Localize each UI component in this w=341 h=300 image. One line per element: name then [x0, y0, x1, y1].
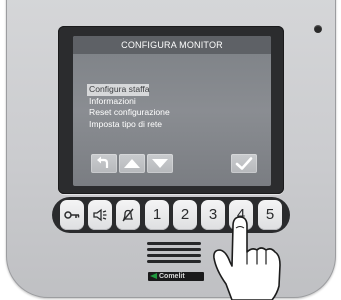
mute-bell-icon: [122, 208, 134, 222]
brand-mark-icon: [150, 273, 157, 279]
back-arrow-icon: [97, 156, 109, 168]
brand-name: Comelit: [159, 273, 185, 280]
settings-menu: Configura staffa Informazioni Reset conf…: [87, 84, 211, 130]
softkey-bar: [73, 154, 271, 182]
down-softkey[interactable]: [147, 154, 173, 173]
back-softkey[interactable]: [91, 154, 117, 173]
key-4[interactable]: 4: [229, 200, 253, 230]
speaker-slot: [147, 254, 201, 257]
key-3[interactable]: 3: [201, 200, 225, 230]
down-arrow-icon: [152, 159, 168, 168]
key-volume[interactable]: [88, 200, 112, 230]
speaker-slot: [147, 260, 201, 263]
confirm-softkey[interactable]: [231, 154, 257, 173]
key-1[interactable]: 1: [145, 200, 169, 230]
up-arrow-icon: [124, 159, 140, 168]
speaker-slot: [147, 242, 201, 245]
monitor-screen: CONFIGURA MONITOR Configura staffa Infor…: [73, 36, 271, 186]
menu-item-informazioni[interactable]: Informazioni: [87, 96, 211, 108]
screen-title: CONFIGURA MONITOR: [73, 36, 271, 54]
key-5[interactable]: 5: [258, 200, 282, 230]
keypad: 1 2 3 4 5: [52, 197, 290, 233]
intercom-monitor-scene: CONFIGURA MONITOR Configura staffa Infor…: [0, 0, 341, 300]
brand-logo: Comelit: [148, 272, 204, 281]
speaker-grille: [147, 242, 201, 266]
confirm-check-icon: [235, 157, 253, 170]
speaker-slot: [147, 248, 201, 251]
key-door-lock[interactable]: [60, 200, 84, 230]
menu-item-imposta-tipo-rete[interactable]: Imposta tipo di rete: [87, 119, 211, 131]
key-mute[interactable]: [116, 200, 140, 230]
speaker-volume-icon: [93, 208, 107, 222]
menu-item-configura-staffa[interactable]: Configura staffa: [87, 84, 150, 96]
key-lock-icon: [64, 211, 80, 219]
key-2[interactable]: 2: [173, 200, 197, 230]
status-led: [314, 25, 322, 33]
up-softkey[interactable]: [119, 154, 145, 173]
menu-item-reset-configurazione[interactable]: Reset configurazione: [87, 107, 211, 119]
